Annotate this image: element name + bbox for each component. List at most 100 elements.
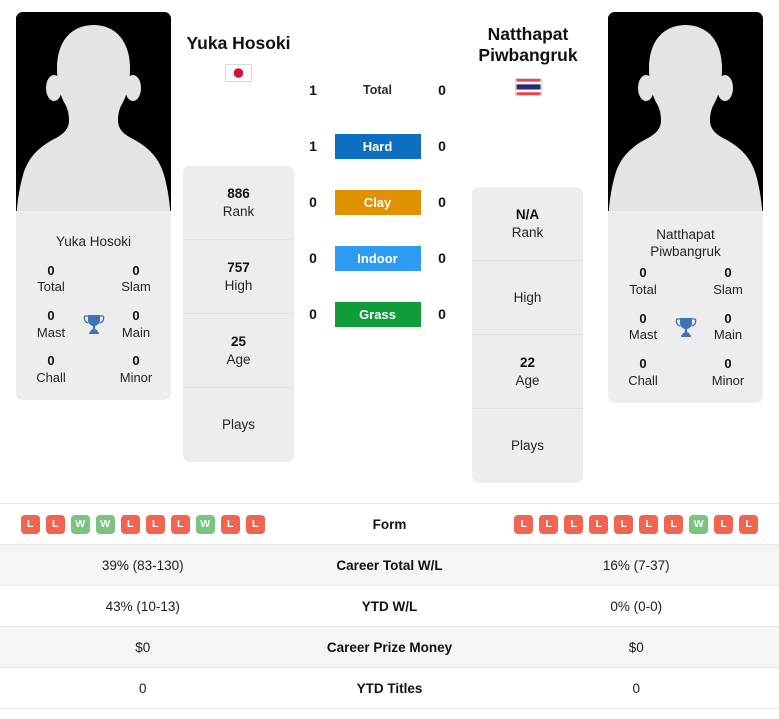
- player-left-titles-grid: 0 Total 0 Slam 0 Mast 0 Main 0 Chall 0 M…: [16, 263, 171, 401]
- h2h-grass-label-wrap: Grass: [326, 301, 429, 327]
- table-row-career-prize-money: $0 Career Prize Money $0: [0, 627, 779, 668]
- form-badge-loss: L: [714, 514, 734, 534]
- player-card-right[interactable]: Natthapat Piwbangruk 0 Total 0 Slam 0 Ma…: [608, 12, 763, 404]
- titles-chall-value: 0: [47, 353, 55, 369]
- titles-minor-right: 0 Minor: [701, 356, 755, 389]
- form-badge-loss: L: [589, 514, 609, 534]
- titles-chall-label: Chall: [628, 372, 658, 388]
- h2h-indoor-left-score: 0: [309, 250, 317, 266]
- form-badge-loss: L: [664, 514, 684, 534]
- table-row-career-total-wl: 39% (83-130) Career Total W/L 16% (7-37): [0, 545, 779, 586]
- thailand-flag-icon: [514, 77, 542, 96]
- titles-mast-value: 0: [639, 310, 647, 326]
- titles-mast-left: 0 Mast: [24, 308, 78, 341]
- h2h-row-clay: 0 Clay 0: [300, 174, 455, 230]
- h2h-row-grass: 0 Grass 0: [300, 286, 455, 342]
- titles-slam-left: 0 Slam: [109, 263, 163, 296]
- surface-badge-indoor[interactable]: Indoor: [334, 245, 421, 271]
- info-plays-right-label: Plays: [510, 438, 544, 454]
- h2h-indoor-right-score: 0: [438, 250, 446, 266]
- career-total-wl-right: 16% (7-37): [602, 557, 670, 573]
- titles-slam-value: 0: [132, 262, 140, 278]
- player-comparison-page: Yuka Hosoki 0 Total 0 Slam 0 Mast 0 Main…: [0, 0, 779, 719]
- ytd-titles-left: 0: [138, 680, 147, 696]
- titles-chall-left: 0 Chall: [24, 353, 78, 386]
- titles-total-right: 0 Total: [616, 265, 670, 298]
- titles-main-left: 0 Main: [109, 308, 163, 341]
- h2h-total-right-score: 0: [438, 82, 446, 98]
- titles-minor-label: Minor: [119, 369, 153, 385]
- titles-row: 0 Total 0 Slam: [24, 263, 163, 296]
- info-high-right: High: [472, 261, 583, 335]
- titles-minor-left: 0 Minor: [109, 353, 163, 386]
- career-total-wl-left: 39% (83-130): [101, 557, 184, 573]
- trophy-icon: [79, 308, 109, 336]
- ytd-wl-right: 0% (0-0): [610, 598, 663, 614]
- player-right-headline: Natthapat Piwbangruk: [455, 24, 601, 96]
- titles-row: 0 Chall 0 Minor: [24, 353, 163, 386]
- titles-chall-value: 0: [639, 355, 647, 371]
- h2h-indoor-label-wrap: Indoor: [326, 245, 429, 271]
- form-badge-win: W: [70, 514, 90, 534]
- ytd-titles-right: 0: [632, 680, 640, 696]
- titles-main-value: 0: [724, 310, 732, 326]
- titles-main-value: 0: [132, 307, 140, 323]
- info-plays-left-label: Plays: [221, 417, 255, 433]
- table-row-ytd-titles: 0 YTD Titles 0: [0, 668, 779, 709]
- form-badge-win: W: [689, 514, 709, 534]
- form-strip-right: LLLLLLLWLL: [514, 514, 759, 534]
- info-rank-right-label: Rank: [511, 224, 544, 240]
- h2h-clay-right-score: 0: [438, 194, 446, 210]
- head-to-head-surfaces: 1 Total 0 1 Hard 0 0 Clay 0 0 Indoor 0 0…: [300, 62, 455, 342]
- form-badge-loss: L: [639, 514, 659, 534]
- titles-row: 0 Mast 0 Main: [616, 311, 755, 344]
- player-card-left[interactable]: Yuka Hosoki 0 Total 0 Slam 0 Mast 0 Main…: [16, 12, 171, 401]
- titles-mast-label: Mast: [628, 327, 658, 343]
- titles-row: 0 Mast 0 Main: [24, 308, 163, 341]
- form-badge-loss: L: [564, 514, 584, 534]
- info-age-right-label: Age: [515, 372, 540, 388]
- info-age-right-value: 22: [519, 355, 536, 371]
- form-badge-loss: L: [145, 514, 165, 534]
- career-total-wl-label: Career Total W/L: [336, 557, 443, 573]
- form-left-cell: LLWWLLLWLL: [0, 514, 286, 534]
- titles-slam-right: 0 Slam: [701, 265, 755, 298]
- info-rank-left-label: Rank: [222, 203, 255, 219]
- table-row-form: LLWWLLLWLL Form LLLLLLLWLL: [0, 504, 779, 545]
- form-right-cell: LLLLLLLWLL: [494, 514, 779, 534]
- player-left-info-column: 886 Rank 757 High 25 Age Plays: [183, 166, 294, 462]
- form-badge-loss: L: [539, 514, 559, 534]
- surface-badge-grass[interactable]: Grass: [334, 301, 421, 327]
- titles-chall-right: 0 Chall: [616, 356, 670, 389]
- h2h-row-hard: 1 Hard 0: [300, 118, 455, 174]
- info-high-left-label: High: [224, 277, 253, 293]
- form-badge-loss: L: [245, 514, 265, 534]
- form-badge-loss: L: [45, 514, 65, 534]
- titles-slam-value: 0: [724, 265, 732, 281]
- career-prize-money-label: Career Prize Money: [326, 639, 453, 655]
- titles-total-label: Total: [37, 279, 65, 295]
- player-avatar-right: [608, 12, 763, 221]
- titles-minor-value: 0: [724, 355, 732, 371]
- h2h-hard-right-score: 0: [438, 138, 446, 154]
- titles-total-value: 0: [639, 265, 647, 281]
- form-row-label: Form: [372, 516, 407, 532]
- ytd-titles-label: YTD Titles: [356, 680, 423, 696]
- info-age-left: 25 Age: [183, 314, 294, 388]
- titles-mast-value: 0: [47, 307, 55, 323]
- form-badge-loss: L: [170, 514, 190, 534]
- surface-badge-hard[interactable]: Hard: [334, 133, 421, 159]
- h2h-hard-left-score: 1: [309, 138, 317, 154]
- h2h-total-left-score: 1: [309, 82, 317, 98]
- form-badge-loss: L: [514, 514, 534, 534]
- titles-main-label: Main: [713, 327, 743, 343]
- info-high-left: 757 High: [183, 240, 294, 314]
- surface-badge-clay[interactable]: Clay: [334, 189, 421, 215]
- titles-row: 0 Chall 0 Minor: [616, 356, 755, 389]
- h2h-total-label: Total: [363, 83, 392, 97]
- info-age-right: 22 Age: [472, 335, 583, 409]
- player-left-name: Yuka Hosoki: [186, 33, 291, 53]
- ytd-wl-left: 43% (10-13): [105, 598, 180, 614]
- titles-mast-label: Mast: [36, 324, 66, 340]
- comparison-header: Yuka Hosoki 0 Total 0 Slam 0 Mast 0 Main…: [0, 0, 779, 495]
